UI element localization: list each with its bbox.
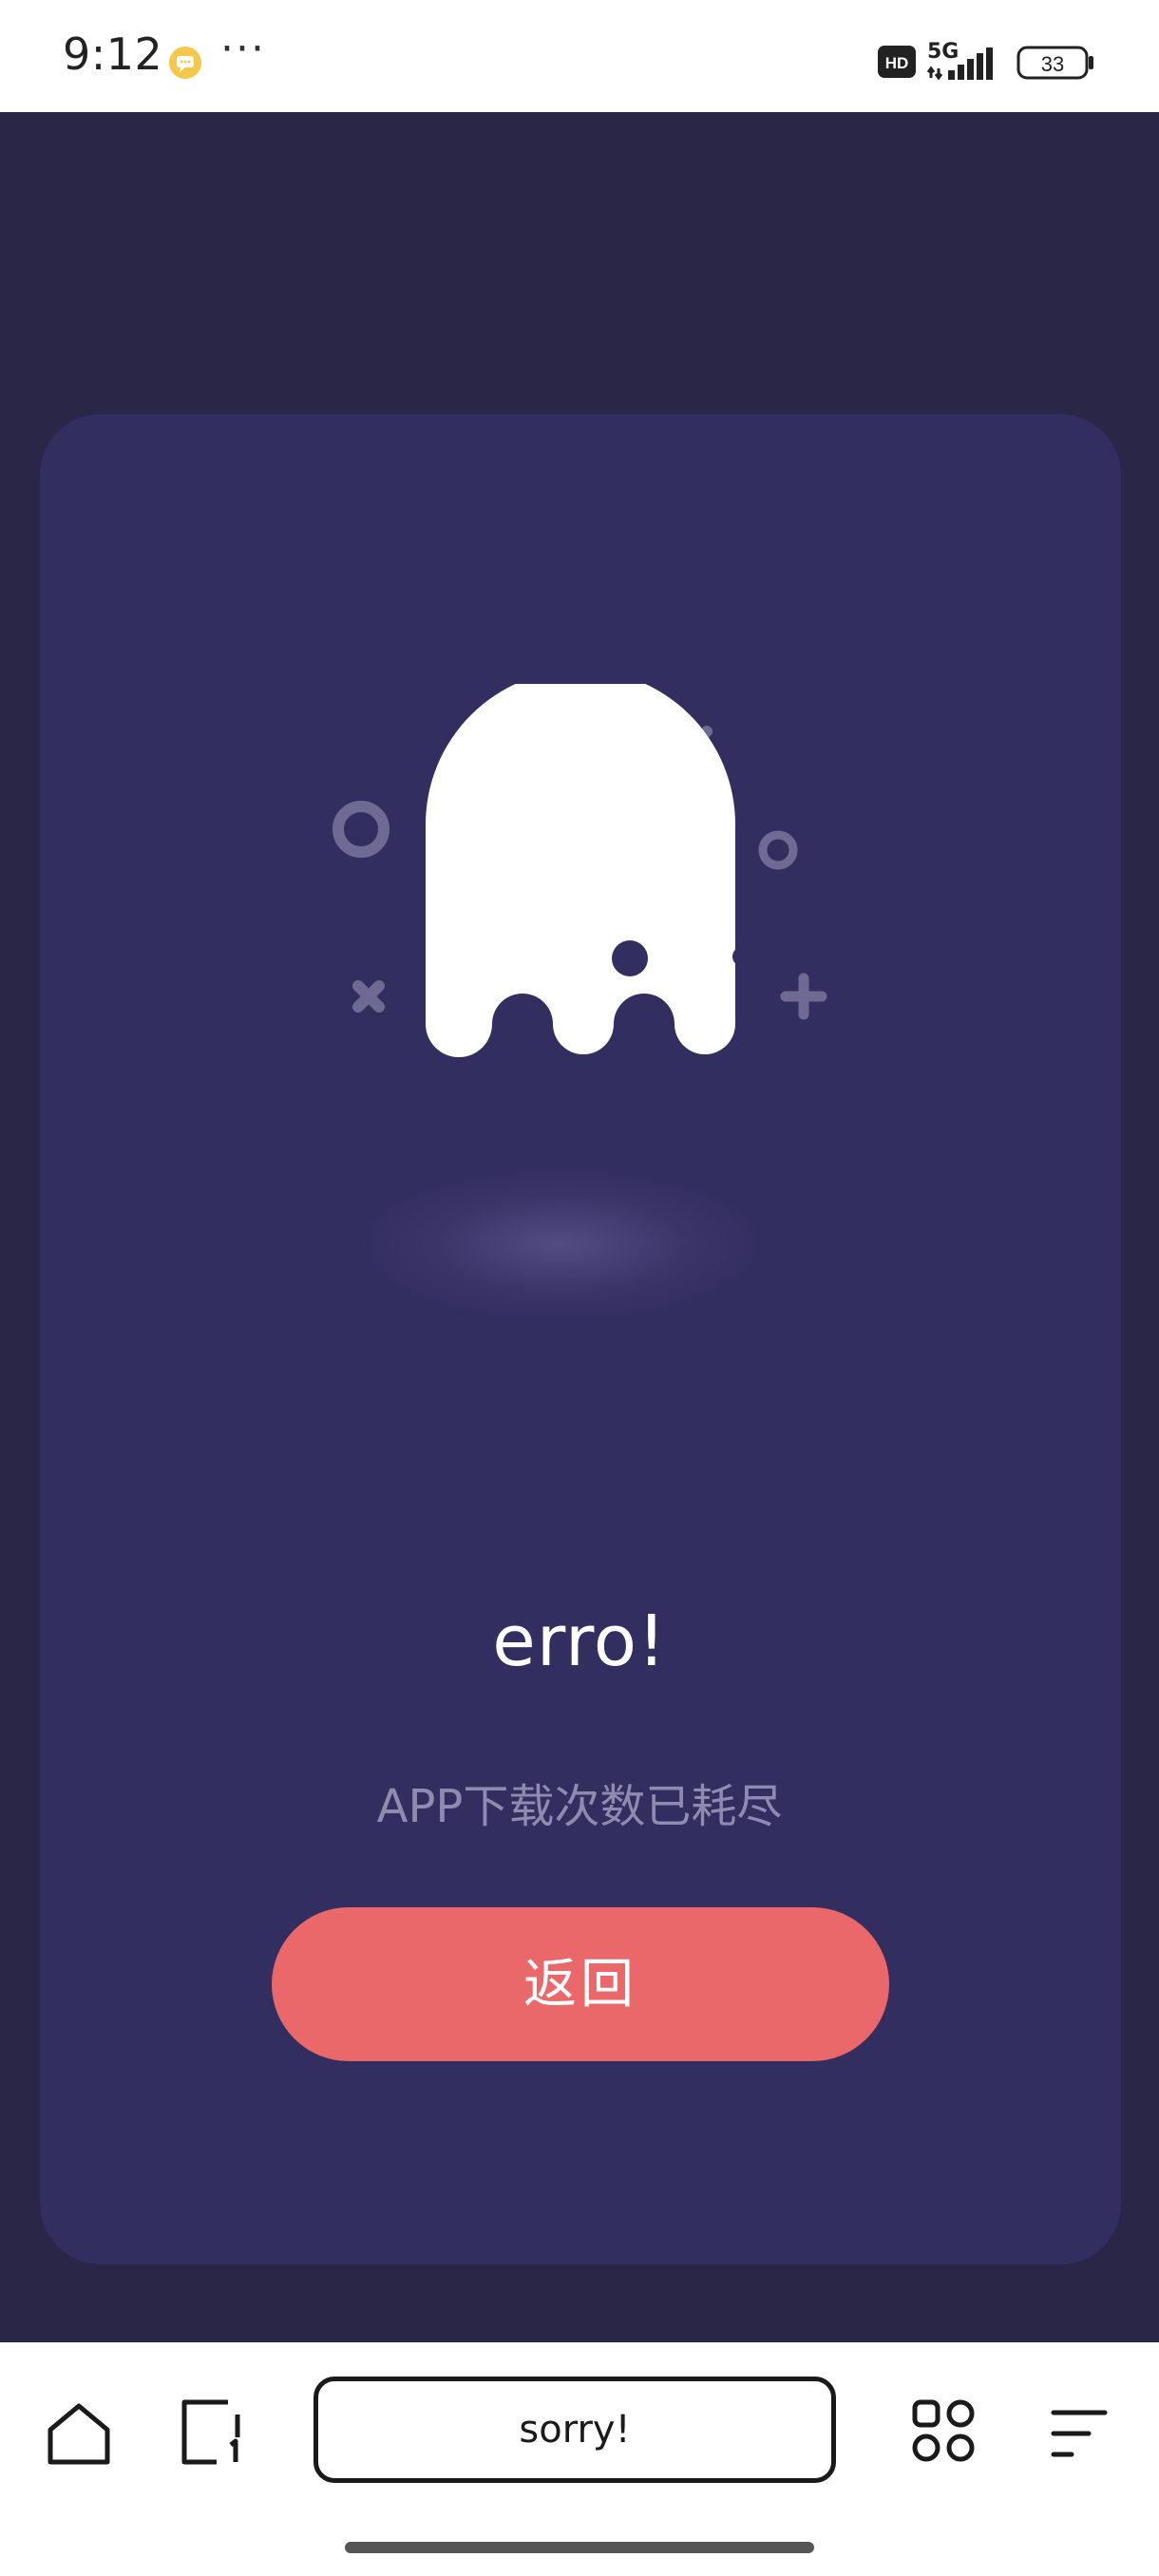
ghost-shadow [361, 1168, 760, 1320]
browser-toolbar: sorry! [0, 2342, 1159, 2576]
status-time: 9:12 [63, 28, 163, 80]
status-bar: 9:12 ··· HD 5G 33 [0, 0, 1159, 112]
home-indicator[interactable] [345, 2542, 814, 2553]
menu-icon[interactable] [1051, 2409, 1108, 2458]
svg-text:HD: HD [885, 54, 909, 72]
tabs-icon[interactable] [179, 2399, 245, 2466]
address-bar[interactable]: sorry! [314, 2377, 836, 2483]
home-icon[interactable] [46, 2401, 112, 2466]
more-notifications-icon: ··· [220, 25, 266, 73]
ghost-illustration [332, 684, 827, 1057]
apps-grid-icon[interactable] [912, 2399, 975, 2462]
notification-icon [169, 47, 201, 79]
svg-text:33: 33 [1041, 52, 1064, 76]
signal-icon: 5G [927, 40, 1003, 82]
battery-icon: 33 [1016, 46, 1093, 80]
back-button[interactable]: 返回 [272, 1907, 889, 2061]
error-title: erro! [492, 1601, 667, 1682]
error-message: APP下载次数已耗尽 [376, 1780, 783, 1833]
hd-icon: HD [878, 46, 916, 78]
